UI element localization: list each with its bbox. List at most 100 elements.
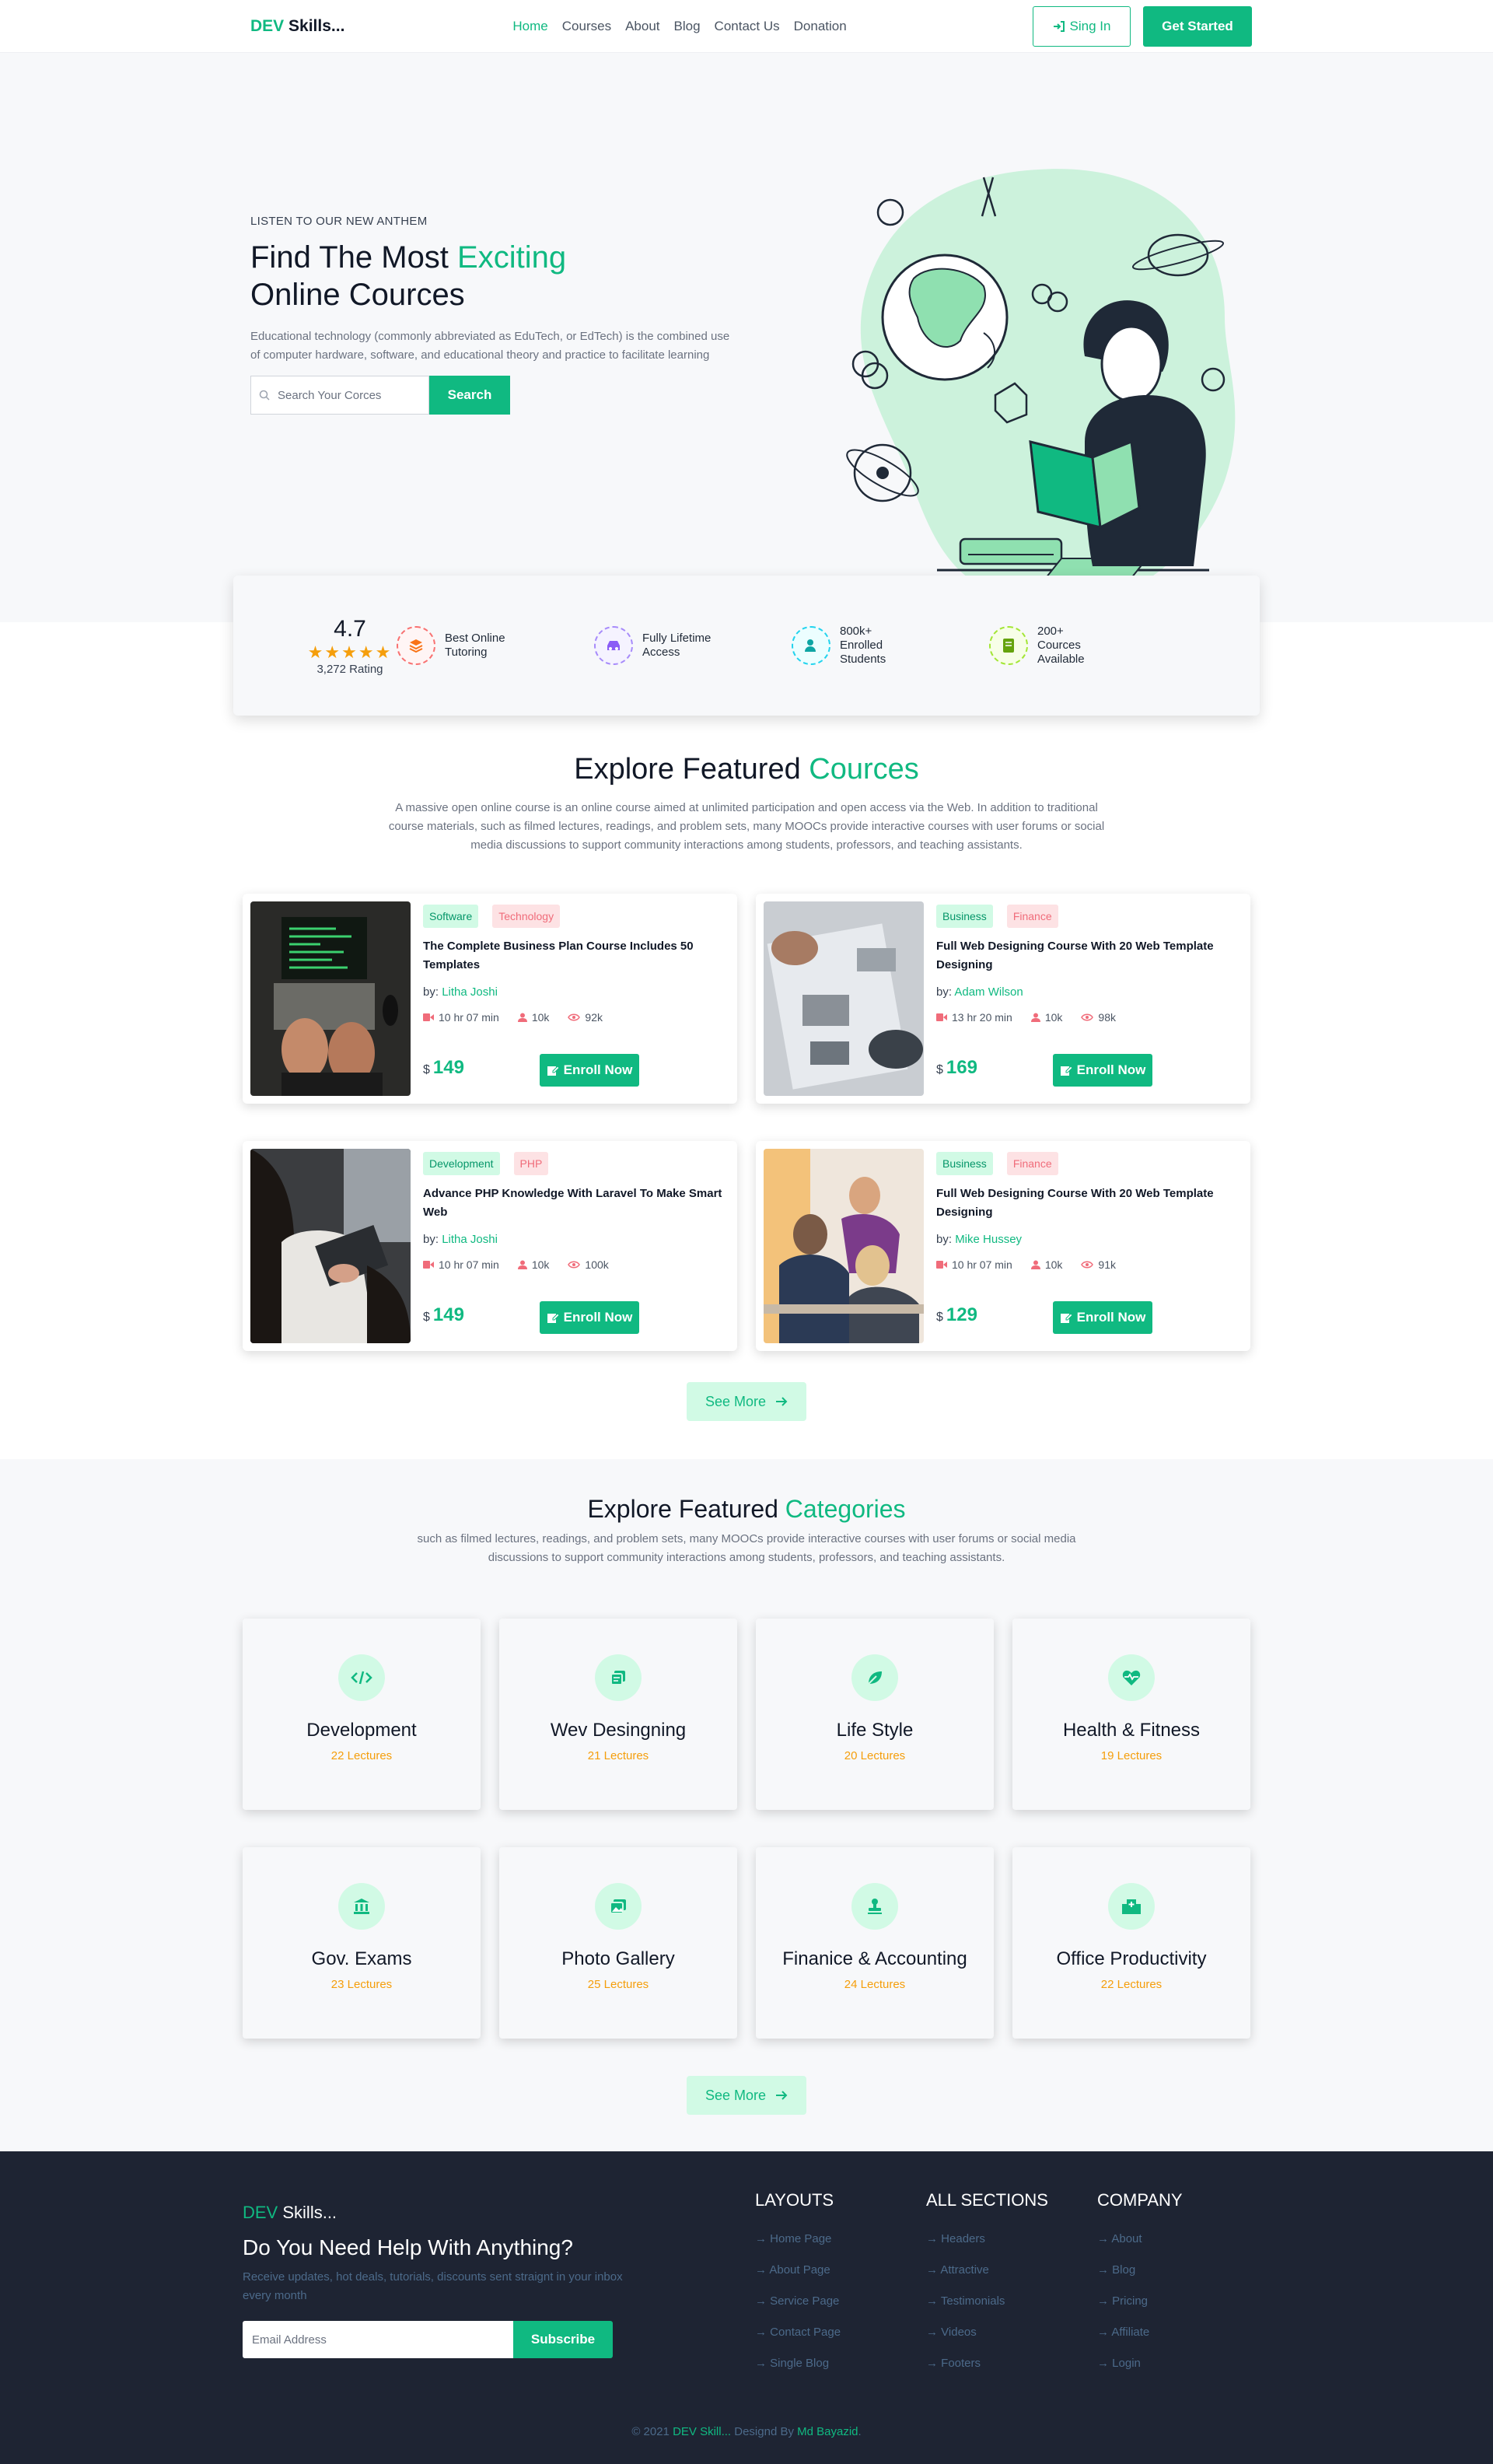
- category-card[interactable]: Finanice & Accounting 24 Lectures: [756, 1847, 994, 2039]
- footer-link[interactable]: → Headers: [926, 2232, 1048, 2263]
- students-value: 10k: [531, 1258, 550, 1271]
- nav-about[interactable]: About: [625, 19, 659, 34]
- enroll-button[interactable]: Enroll Now: [1053, 1301, 1152, 1334]
- category-card[interactable]: Health & Fitness 19 Lectures: [1012, 1619, 1250, 1810]
- arrow-right-icon: →: [1097, 2294, 1113, 2308]
- video-icon: [423, 1013, 434, 1021]
- search-button[interactable]: Search: [429, 376, 510, 415]
- course-tag[interactable]: PHP: [513, 1152, 549, 1175]
- author-link[interactable]: Litha Joshi: [442, 985, 498, 999]
- bank-icon: [338, 1883, 385, 1930]
- logo[interactable]: DEV Skills...: [250, 17, 344, 36]
- footer-link[interactable]: → Blog: [1097, 2263, 1183, 2294]
- course-tag[interactable]: Business: [936, 1152, 993, 1175]
- footer-link[interactable]: → Affiliate: [1097, 2326, 1183, 2357]
- footer-link[interactable]: → Contact Page: [755, 2326, 841, 2357]
- courses-title-highlight: Cources: [809, 753, 919, 786]
- arrow-right-icon: →: [755, 2294, 771, 2308]
- copyright-author[interactable]: Md Bayazid: [797, 2425, 858, 2438]
- video-icon: [423, 1261, 434, 1269]
- footer-link[interactable]: → Single Blog: [755, 2357, 841, 2388]
- course-card[interactable]: Business Finance Full Web Designing Cour…: [756, 894, 1250, 1104]
- category-lectures: 20 Lectures: [844, 1749, 906, 1762]
- course-card[interactable]: Software Technology The Complete Busines…: [243, 894, 737, 1104]
- email-field[interactable]: Email Address: [243, 2321, 513, 2358]
- signin-button[interactable]: Sing In: [1033, 6, 1131, 47]
- course-tag[interactable]: Finance: [1006, 905, 1058, 928]
- enroll-button[interactable]: Enroll Now: [1053, 1054, 1152, 1087]
- duration: 10 hr 07 min: [423, 1258, 499, 1271]
- get-started-button[interactable]: Get Started: [1143, 6, 1252, 47]
- star-icon: ★: [375, 642, 393, 662]
- footer-link[interactable]: → Videos: [926, 2326, 1048, 2357]
- course-tag[interactable]: Technology: [492, 905, 561, 928]
- category-card[interactable]: Wev Desingning 21 Lectures: [499, 1619, 737, 1810]
- author-label: by:: [423, 1233, 439, 1246]
- hero-content: LISTEN TO OUR NEW ANTHEM Find The Most E…: [250, 215, 748, 415]
- category-card[interactable]: Office Productivity 22 Lectures: [1012, 1847, 1250, 2039]
- course-tag[interactable]: Business: [936, 905, 993, 928]
- category-grid: Development 22 Lectures Wev Desingning 2…: [243, 1619, 1250, 2039]
- footer-link[interactable]: → Attractive: [926, 2263, 1048, 2294]
- enroll-button[interactable]: Enroll Now: [540, 1054, 639, 1087]
- course-card[interactable]: Business Finance Full Web Designing Cour…: [756, 1141, 1250, 1351]
- author-link[interactable]: Adam Wilson: [954, 985, 1023, 999]
- course-tag[interactable]: Development: [423, 1152, 500, 1175]
- footer-link[interactable]: → Footers: [926, 2357, 1048, 2388]
- footer-link[interactable]: → Service Page: [755, 2294, 841, 2326]
- category-card[interactable]: Photo Gallery 25 Lectures: [499, 1847, 737, 2039]
- nav-donation[interactable]: Donation: [794, 19, 847, 34]
- hero-description: Educational technology (commonly abbrevi…: [250, 330, 730, 362]
- categories-see-more-button[interactable]: See More: [687, 2076, 806, 2115]
- category-card[interactable]: Development 22 Lectures: [243, 1619, 481, 1810]
- nav-blog[interactable]: Blog: [674, 19, 701, 34]
- course-meta: 10 hr 07 min 10k 100k: [423, 1258, 729, 1271]
- course-title[interactable]: Full Web Designing Course With 20 Web Te…: [936, 937, 1240, 975]
- enroll-button[interactable]: Enroll Now: [540, 1301, 639, 1334]
- footer-link[interactable]: → About Page: [755, 2263, 841, 2294]
- students: 10k: [517, 1258, 550, 1271]
- course-price: $149: [423, 1304, 464, 1326]
- footer-description: Receive updates, hot deals, tutorials, d…: [243, 2270, 623, 2302]
- category-card[interactable]: Life Style 20 Lectures: [756, 1619, 994, 1810]
- stat-item: 200+ Cources Available: [989, 625, 1187, 667]
- categories-description: such as filmed lectures, readings, and p…: [417, 1532, 1076, 1564]
- category-card[interactable]: Gov. Exams 23 Lectures: [243, 1847, 481, 2039]
- course-tag[interactable]: Finance: [1006, 1152, 1058, 1175]
- course-title[interactable]: Full Web Designing Course With 20 Web Te…: [936, 1185, 1240, 1222]
- course-title[interactable]: The Complete Business Plan Course Includ…: [423, 937, 726, 975]
- views: 91k: [1081, 1258, 1116, 1271]
- footer-link-label: Pricing: [1112, 2294, 1149, 2308]
- course-thumbnail[interactable]: [764, 1149, 924, 1343]
- nav-home[interactable]: Home: [512, 19, 547, 34]
- course-tag[interactable]: Software: [423, 905, 479, 928]
- views-value: 100k: [585, 1258, 609, 1271]
- search-input[interactable]: Search Your Corces: [250, 376, 429, 415]
- footer-col-title: ALL SECTIONS: [926, 2190, 1048, 2210]
- course-thumbnail[interactable]: [250, 901, 411, 1096]
- footer-link[interactable]: → About: [1097, 2232, 1183, 2263]
- author-link[interactable]: Litha Joshi: [442, 1233, 498, 1246]
- footer-link[interactable]: → Testimonials: [926, 2294, 1048, 2326]
- category-name: Finanice & Accounting: [782, 1948, 967, 1969]
- book-icon: [989, 626, 1028, 665]
- course-thumbnail[interactable]: [250, 1149, 411, 1343]
- course-thumbnail[interactable]: [764, 901, 924, 1096]
- footer-link[interactable]: → Home Page: [755, 2232, 841, 2263]
- nav-courses[interactable]: Courses: [562, 19, 611, 34]
- copyright-brand[interactable]: DEV Skill...: [673, 2425, 731, 2438]
- subscribe-button[interactable]: Subscribe: [513, 2321, 613, 2358]
- category-name: Office Productivity: [1056, 1948, 1207, 1969]
- footer-link[interactable]: → Login: [1097, 2357, 1183, 2388]
- author-link[interactable]: Mike Hussey: [955, 1233, 1022, 1246]
- category-name: Life Style: [836, 1720, 914, 1741]
- course-title[interactable]: Advance PHP Knowledge With Laravel To Ma…: [423, 1185, 726, 1222]
- copyright-text: © 2021: [631, 2425, 673, 2438]
- courses-see-more-button[interactable]: See More: [687, 1382, 806, 1421]
- nav-contact[interactable]: Contact Us: [715, 19, 780, 34]
- views: 100k: [568, 1258, 609, 1271]
- footer-logo[interactable]: DEV Skills...: [243, 2203, 624, 2223]
- footer-link[interactable]: → Pricing: [1097, 2294, 1183, 2326]
- hospital-icon: [1108, 1883, 1155, 1930]
- course-card[interactable]: Development PHP Advance PHP Knowledge Wi…: [243, 1141, 737, 1351]
